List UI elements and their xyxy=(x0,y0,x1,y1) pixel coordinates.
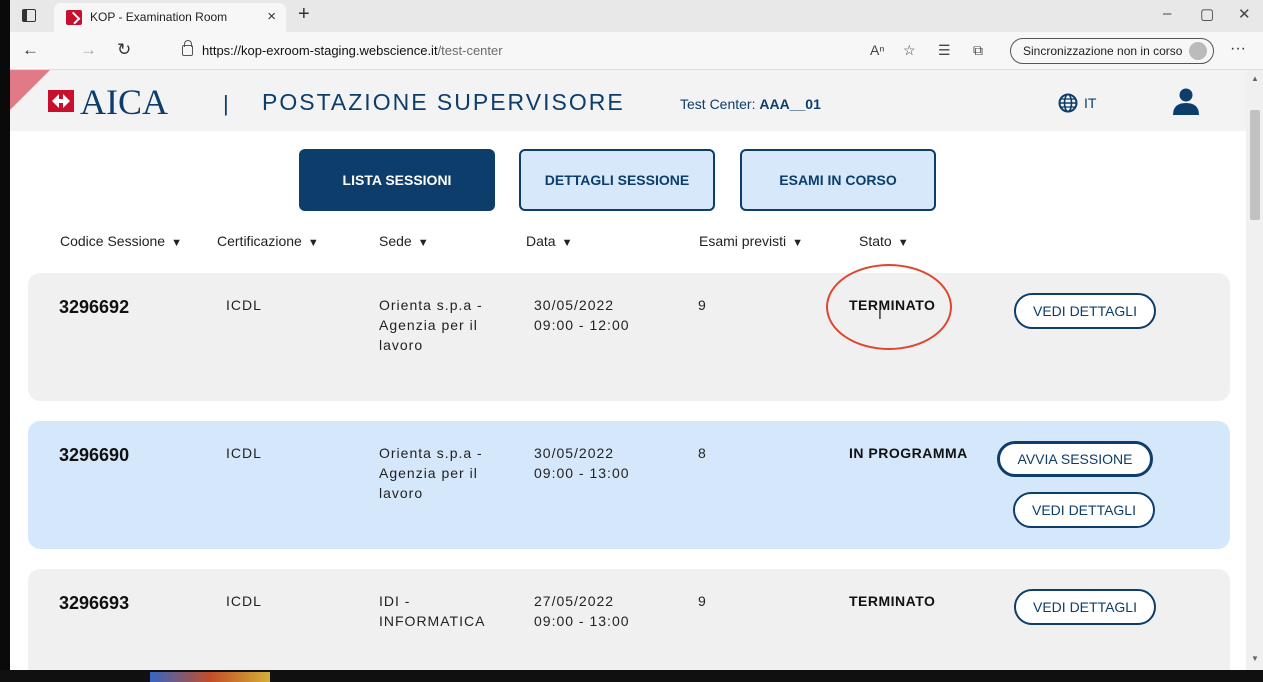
time: 09:00 - 12:00 xyxy=(534,317,630,333)
sync-status-button[interactable]: Sincronizzazione non in corso xyxy=(1010,38,1214,64)
url-field[interactable]: https://kop-exroom-staging.webscience.it… xyxy=(202,43,503,58)
back-icon[interactable]: ← xyxy=(22,40,39,60)
sede: Orienta s.p.a - Agenzia per il lavoro xyxy=(379,297,483,353)
column-label: Certificazione xyxy=(217,233,302,249)
column-label: Esami previsti xyxy=(699,233,787,249)
column-label: Sede xyxy=(379,233,412,249)
chevron-down-icon: ▼ xyxy=(897,237,909,249)
logo-text: AICA xyxy=(80,82,168,122)
time: 09:00 - 13:00 xyxy=(534,465,630,481)
browser-tab[interactable]: KOP - Examination Room × xyxy=(54,3,286,32)
column-header-codice[interactable]: Codice Sessione ▼ xyxy=(60,233,182,249)
aica-logo-icon xyxy=(48,90,74,112)
tab-dettagli-sessione[interactable]: DETTAGLI SESSIONE xyxy=(519,149,715,211)
test-center-info: Test Center: AAA__01 xyxy=(680,96,821,112)
esami-previsti: 8 xyxy=(698,445,706,461)
table-row: 3296690 ICDL Orienta s.p.a - Agenzia per… xyxy=(28,421,1230,549)
minimize-button[interactable]: – xyxy=(1163,5,1171,22)
status: IN PROGRAMMA xyxy=(849,445,968,461)
sede: IDI - INFORMATICA xyxy=(379,593,486,629)
column-header-esami[interactable]: Esami previsti ▼ xyxy=(699,233,803,249)
collections-icon[interactable]: ⧉ xyxy=(973,42,983,59)
header-separator: | xyxy=(223,91,229,116)
session-date: 30/05/2022 09:00 - 13:00 xyxy=(534,443,630,483)
session-code: 3296692 xyxy=(59,297,130,317)
app-header: AICA | POSTAZIONE SUPERVISORE Test Cente… xyxy=(10,70,1246,131)
session-code: 3296693 xyxy=(59,593,130,613)
tab-title: KOP - Examination Room xyxy=(90,10,228,24)
page-title: POSTAZIONE SUPERVISORE xyxy=(262,89,625,115)
session-code: 3296690 xyxy=(59,445,130,465)
vedi-dettagli-button[interactable]: VEDI DETTAGLI xyxy=(1013,492,1155,528)
vedi-dettagli-button[interactable]: VEDI DETTAGLI xyxy=(1014,589,1156,625)
url-path: /test-center xyxy=(437,43,503,58)
maximize-button[interactable]: ▢ xyxy=(1200,5,1214,23)
column-header-certificazione[interactable]: Certificazione ▼ xyxy=(217,233,319,249)
user-icon[interactable] xyxy=(1173,88,1199,115)
lock-icon[interactable] xyxy=(182,40,193,56)
read-aloud-icon[interactable]: Aⁿ xyxy=(870,42,884,58)
column-header-data[interactable]: Data ▼ xyxy=(526,233,572,249)
profile-avatar-icon xyxy=(1189,42,1207,60)
status: TERMINATO xyxy=(849,593,936,609)
date: 30/05/2022 xyxy=(534,445,615,461)
forward-icon[interactable]: → xyxy=(80,40,97,60)
close-window-button[interactable]: ✕ xyxy=(1238,5,1251,23)
table-row: 3296692 ICDL Orienta s.p.a - Agenzia per… xyxy=(28,273,1230,401)
corner-decoration xyxy=(10,70,50,110)
tab-close-button[interactable]: × xyxy=(267,8,276,25)
language-selector[interactable]: IT xyxy=(1084,95,1096,111)
scroll-up-icon[interactable]: ▲ xyxy=(1251,74,1259,83)
aica-favicon-icon xyxy=(66,10,82,25)
chevron-down-icon: ▼ xyxy=(792,237,804,249)
column-label: Stato xyxy=(859,233,892,249)
test-center-label: Test Center: xyxy=(680,96,756,112)
page-content: AICA | POSTAZIONE SUPERVISORE Test Cente… xyxy=(10,70,1246,670)
sede: Orienta s.p.a - Agenzia per il lavoro xyxy=(379,445,483,501)
scroll-down-icon[interactable]: ▼ xyxy=(1251,654,1259,663)
column-header-stato[interactable]: Stato ▼ xyxy=(859,233,909,249)
tab-esami-in-corso[interactable]: ESAMI IN CORSO xyxy=(740,149,936,211)
esami-previsti: 9 xyxy=(698,593,706,609)
annotation-circle xyxy=(826,264,952,350)
add-favorite-icon[interactable]: ☆ xyxy=(903,42,916,59)
address-bar: ← → ↻ https://kop-exroom-staging.webscie… xyxy=(10,32,1263,70)
new-tab-button[interactable]: + xyxy=(298,3,310,26)
esami-previsti: 9 xyxy=(698,297,706,313)
session-date: 27/05/2022 09:00 - 13:00 xyxy=(534,591,630,631)
tab-lista-sessioni[interactable]: LISTA SESSIONI xyxy=(299,149,495,211)
certification: ICDL xyxy=(226,445,262,461)
chevron-down-icon: ▼ xyxy=(171,237,182,249)
certification: ICDL xyxy=(226,593,262,609)
tab-strip: KOP - Examination Room × + – ▢ ✕ xyxy=(10,0,1263,32)
chevron-down-icon: ▼ xyxy=(417,237,429,249)
favorites-icon[interactable]: ☰ xyxy=(938,42,951,59)
browser-window: KOP - Examination Room × + – ▢ ✕ ← → ↻ h… xyxy=(10,0,1263,670)
time: 09:00 - 13:00 xyxy=(534,613,630,629)
chevron-down-icon: ▼ xyxy=(307,237,319,249)
taskbar-decoration xyxy=(150,672,270,682)
text-cursor-icon: I xyxy=(878,306,882,322)
certification: ICDL xyxy=(226,297,262,313)
chevron-down-icon: ▼ xyxy=(561,237,573,249)
column-label: Data xyxy=(526,233,556,249)
table-row: 3296693 ICDL IDI - INFORMATICA 27/05/202… xyxy=(28,569,1230,670)
session-date: 30/05/2022 09:00 - 12:00 xyxy=(534,295,630,335)
sync-label: Sincronizzazione non in corso xyxy=(1023,44,1183,58)
vedi-dettagli-button[interactable]: VEDI DETTAGLI xyxy=(1014,293,1156,329)
tab-actions-icon[interactable] xyxy=(22,9,36,22)
scrollbar[interactable]: ▲ ▼ xyxy=(1246,70,1263,670)
url-host: https://kop-exroom-staging.webscience.it xyxy=(202,43,438,58)
refresh-icon[interactable]: ↻ xyxy=(117,40,131,60)
test-center-value: AAA__01 xyxy=(759,96,821,112)
globe-icon[interactable] xyxy=(1058,93,1078,113)
avvia-sessione-button[interactable]: AVVIA SESSIONE xyxy=(997,441,1153,477)
column-header-sede[interactable]: Sede ▼ xyxy=(379,233,429,249)
column-label: Codice Sessione xyxy=(60,233,166,249)
date: 27/05/2022 xyxy=(534,593,615,609)
scrollbar-thumb[interactable] xyxy=(1250,110,1260,220)
date: 30/05/2022 xyxy=(534,297,615,313)
more-menu-button[interactable]: ··· xyxy=(1230,40,1246,58)
